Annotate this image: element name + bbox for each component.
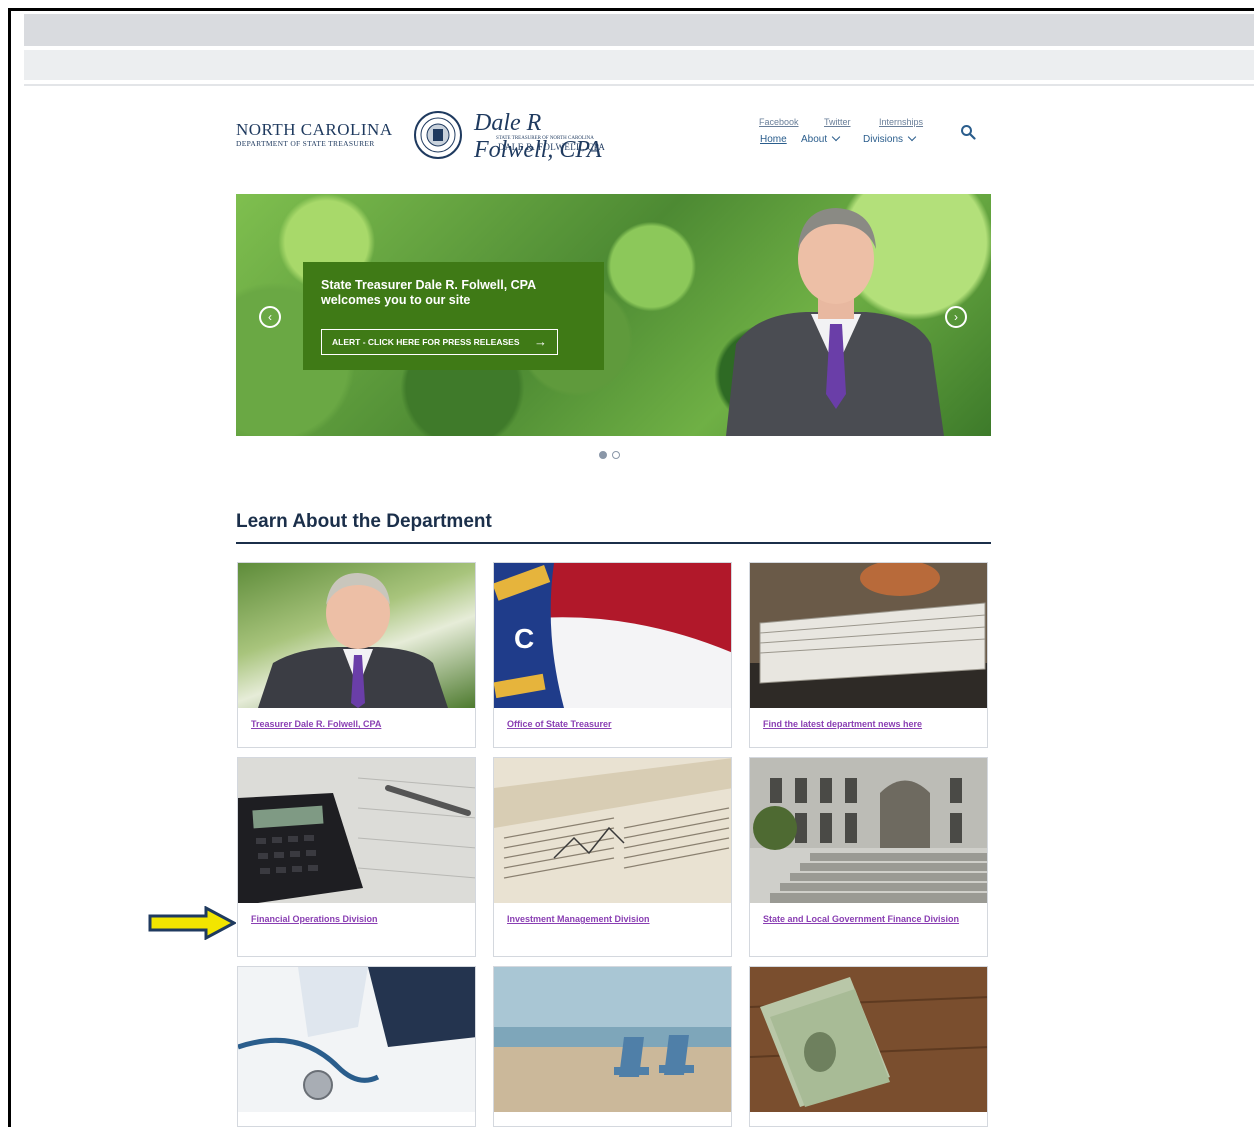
treasurer-card-image (238, 563, 475, 708)
card-investment-link[interactable]: Investment Management Division (494, 903, 731, 926)
financial-newspaper-image (494, 758, 731, 903)
nav-home[interactable]: Home (760, 134, 787, 145)
carousel-dot-active[interactable] (599, 451, 607, 459)
flag-graphic: C (494, 563, 731, 708)
site-logo[interactable]: NORTH CAROLINA DEPARTMENT OF STATE TREAS… (236, 108, 626, 163)
card-state-local-finance[interactable]: State and Local Government Finance Divis… (749, 757, 988, 957)
arrow-right-icon: → (534, 334, 547, 349)
calculator-image (238, 758, 475, 903)
signature-name: DALE R. FOLWELL, CPA (498, 142, 606, 152)
card-financial-operations[interactable]: Financial Operations Division (237, 757, 476, 957)
nav-about-label: About (801, 134, 828, 145)
building-graphic (750, 758, 987, 903)
newspapers-graphic (750, 563, 987, 708)
browser-address-bar (24, 50, 1254, 80)
browser-tab-bar (24, 14, 1254, 46)
card-financial-operations-link[interactable]: Financial Operations Division (238, 903, 475, 926)
money-image (750, 967, 987, 1112)
building-image (750, 758, 987, 903)
chevron-left-icon: ‹ (268, 310, 272, 324)
financial-newspaper-graphic (494, 758, 731, 903)
treasurer-photo (726, 208, 944, 436)
card-row3-health[interactable] (237, 966, 476, 1127)
card-state-local-finance-link[interactable]: State and Local Government Finance Divis… (750, 903, 987, 926)
browser-divider (24, 84, 1254, 86)
chevron-down-icon (907, 132, 917, 142)
carousel-prev-button[interactable]: ‹ (259, 306, 281, 328)
calculator-graphic (238, 758, 475, 903)
stethoscope-graphic (238, 967, 475, 1112)
chevron-down-icon (831, 132, 841, 142)
press-releases-label: ALERT - CLICK HERE FOR PRESS RELEASES (332, 337, 520, 347)
nav-divisions[interactable]: Divisions (863, 132, 917, 145)
newspapers-image (750, 563, 987, 708)
logo-subtitle: DEPARTMENT OF STATE TREASURER (236, 139, 375, 148)
signature-subtitle: STATE TREASURER OF NORTH CAROLINA (496, 136, 594, 141)
internships-link[interactable]: Internships (879, 117, 923, 127)
card-treasurer-link[interactable]: Treasurer Dale R. Folwell, CPA (238, 708, 475, 731)
card-office-link[interactable]: Office of State Treasurer (494, 708, 731, 731)
treasurer-portrait (258, 573, 448, 708)
beach-chairs-image (494, 967, 731, 1112)
search-icon[interactable] (960, 124, 976, 140)
nav-about[interactable]: About (801, 132, 841, 145)
money-graphic (750, 967, 987, 1112)
arrow-right-icon (148, 906, 236, 940)
card-investment[interactable]: Investment Management Division (493, 757, 732, 957)
section-divider (236, 542, 991, 544)
press-releases-button[interactable]: ALERT - CLICK HERE FOR PRESS RELEASES → (321, 329, 558, 355)
card-news-link[interactable]: Find the latest department news here (750, 708, 987, 731)
section-title: Learn About the Department (236, 511, 492, 532)
twitter-link[interactable]: Twitter (824, 117, 851, 127)
hero-message-box: State Treasurer Dale R. Folwell, CPA wel… (303, 262, 604, 370)
nc-flag-image: C (494, 563, 731, 708)
facebook-link[interactable]: Facebook (759, 117, 799, 127)
stethoscope-image (238, 967, 475, 1112)
beach-graphic (494, 967, 731, 1112)
card-treasurer[interactable]: Treasurer Dale R. Folwell, CPA (237, 562, 476, 748)
card-news[interactable]: Find the latest department news here (749, 562, 988, 748)
card-office[interactable]: C Office of State Treasurer (493, 562, 732, 748)
logo-title: NORTH CAROLINA (236, 120, 393, 139)
hero-title: State Treasurer Dale R. Folwell, CPA wel… (321, 278, 536, 307)
state-seal-icon (414, 111, 462, 159)
hero-carousel: State Treasurer Dale R. Folwell, CPA wel… (236, 194, 991, 436)
carousel-indicators (599, 446, 625, 464)
nav-divisions-label: Divisions (863, 134, 904, 145)
carousel-dot[interactable] (612, 451, 620, 459)
card-row3-money[interactable] (749, 966, 988, 1127)
svg-text:C: C (514, 623, 534, 654)
card-row3-beach[interactable] (493, 966, 732, 1127)
